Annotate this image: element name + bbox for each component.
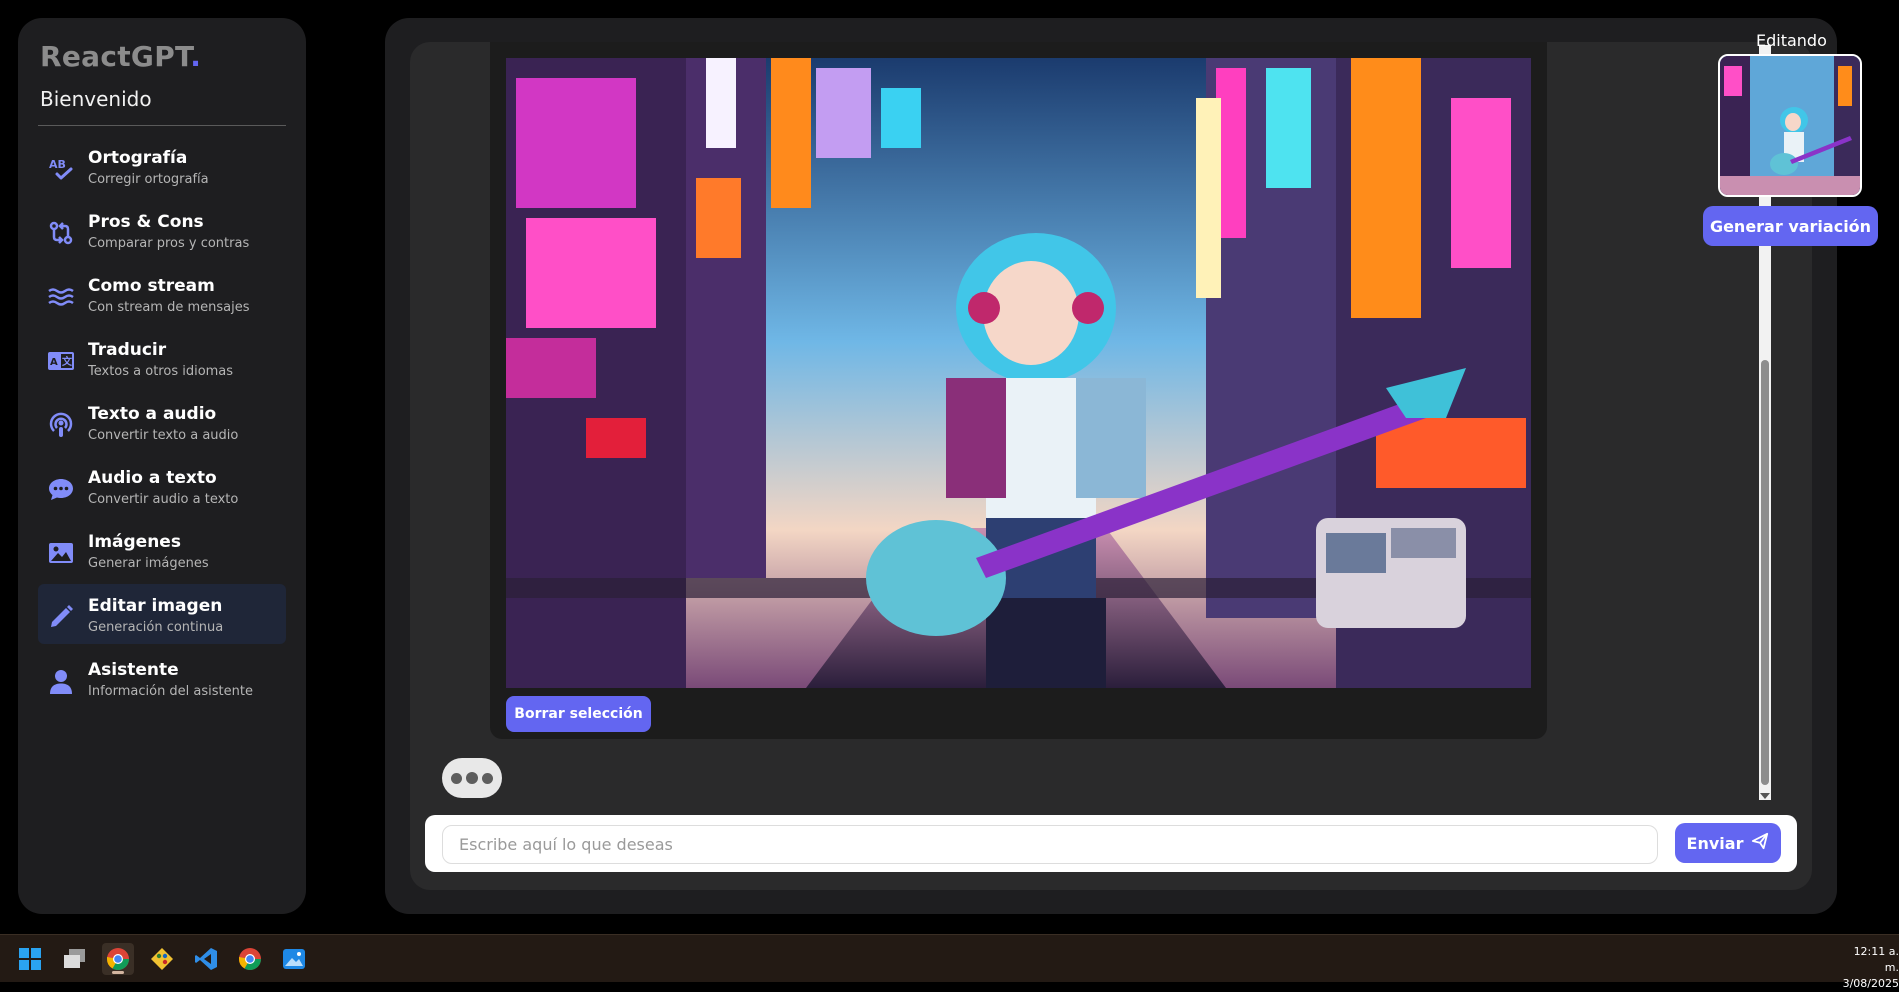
active-app-indicator <box>112 971 124 974</box>
message-input-bar: Enviar <box>425 815 1797 872</box>
app-logo: ReactGPT. <box>40 40 202 73</box>
os-taskbar: 12:11 a. m. 3/08/2025 <box>0 934 1899 990</box>
clock-date: 3/08/2025 <box>1842 977 1899 990</box>
system-clock[interactable]: 12:11 a. m. 3/08/2025 <box>1839 944 1899 992</box>
sidebar-item-traducir[interactable]: A文 Traducir Textos a otros idiomas <box>38 328 286 388</box>
clear-selection-button[interactable]: Borrar selección <box>506 696 651 732</box>
svg-text:文: 文 <box>62 355 73 368</box>
sidebar-item-subtitle: Corregir ortografía <box>88 172 209 187</box>
sidebar-item-subtitle: Textos a otros idiomas <box>88 364 234 379</box>
generated-image[interactable] <box>506 58 1531 688</box>
sidebar-item-subtitle: Generar imágenes <box>88 556 209 571</box>
vscode-icon[interactable] <box>190 943 222 975</box>
app-window: ReactGPT. Bienvenido AB Ortografía Correg… <box>0 0 1899 934</box>
editing-label: Editando <box>1756 31 1827 50</box>
sidebar-item-imagenes[interactable]: Imágenes Generar imágenes <box>38 520 286 580</box>
language-icon: A文 <box>46 346 76 376</box>
paper-plane-icon <box>1751 832 1769 854</box>
main-panel: Borrar selección <box>385 18 1837 914</box>
typing-indicator <box>442 758 502 798</box>
typing-dot <box>466 772 478 784</box>
water-icon <box>46 282 76 312</box>
code-compare-icon <box>46 218 76 248</box>
sidebar-item-audio-texto[interactable]: Audio a texto Convertir audio a texto <box>38 456 286 516</box>
sidebar-item-subtitle: Convertir texto a audio <box>88 428 239 443</box>
pencil-icon <box>46 602 76 632</box>
podcast-icon <box>46 410 76 440</box>
chrome-icon[interactable] <box>234 943 266 975</box>
generate-variation-button[interactable]: Generar variación <box>1703 206 1878 246</box>
svg-text:AB: AB <box>49 158 66 171</box>
sidebar-item-texto-audio[interactable]: Texto a audio Convertir texto a audio <box>38 392 286 452</box>
task-view-icon[interactable] <box>58 943 90 975</box>
message-input[interactable] <box>442 825 1658 864</box>
sidebar-item-title: Como stream <box>88 276 215 296</box>
sidebar-item-title: Audio a texto <box>88 468 217 488</box>
comment-dots-icon <box>46 474 76 504</box>
sidebar-item-title: Texto a audio <box>88 404 217 424</box>
image-message-card: Borrar selección <box>490 42 1547 739</box>
sidebar-item-title: Traducir <box>88 340 167 360</box>
user-icon <box>46 666 76 696</box>
sidebar-item-asistente[interactable]: Asistente Información del asistente <box>38 648 286 708</box>
sidebar-item-editar-imagen[interactable]: Editar imagen Generación continua <box>38 584 286 644</box>
clock-time: 12:11 a. m. <box>1853 945 1899 974</box>
sidebar-item-title: Imágenes <box>88 532 181 552</box>
sidebar: ReactGPT. Bienvenido AB Ortografía Correg… <box>18 18 306 914</box>
windows-start-icon[interactable] <box>14 943 46 975</box>
editing-image-thumbnail[interactable] <box>1718 54 1862 197</box>
sidebar-item-ortografia[interactable]: AB Ortografía Corregir ortografía <box>38 136 286 196</box>
chrome-icon[interactable] <box>102 943 134 975</box>
sidebar-item-subtitle: Información del asistente <box>88 684 253 699</box>
sidebar-divider <box>38 125 286 126</box>
send-button-label: Enviar <box>1686 833 1744 853</box>
photos-icon[interactable] <box>278 943 310 975</box>
svg-text:A: A <box>50 357 58 368</box>
sidebar-item-title: Ortografía <box>88 148 188 168</box>
scroll-down-arrow-icon[interactable] <box>1760 793 1770 799</box>
sidebar-item-subtitle: Comparar pros y contras <box>88 236 250 251</box>
sidebar-item-subtitle: Generación continua <box>88 620 224 635</box>
typing-dot <box>482 772 493 784</box>
welcome-text: Bienvenido <box>40 87 152 111</box>
typing-dot <box>451 772 462 784</box>
chat-messages-area: Borrar selección <box>410 42 1812 890</box>
image-icon <box>46 538 76 568</box>
sidebar-item-title: Editar imagen <box>88 596 223 616</box>
git-icon[interactable] <box>146 943 178 975</box>
sidebar-item-como-stream[interactable]: Como stream Con stream de mensajes <box>38 264 286 324</box>
send-button[interactable]: Enviar <box>1675 823 1781 863</box>
spellcheck-icon: AB <box>46 154 76 184</box>
scrollbar-thumb[interactable] <box>1761 360 1769 785</box>
sidebar-item-pros-cons[interactable]: Pros & Cons Comparar pros y contras <box>38 200 286 260</box>
sidebar-item-title: Asistente <box>88 660 179 680</box>
sidebar-item-title: Pros & Cons <box>88 212 204 232</box>
sidebar-item-subtitle: Con stream de mensajes <box>88 300 250 315</box>
sidebar-item-subtitle: Convertir audio a texto <box>88 492 239 507</box>
